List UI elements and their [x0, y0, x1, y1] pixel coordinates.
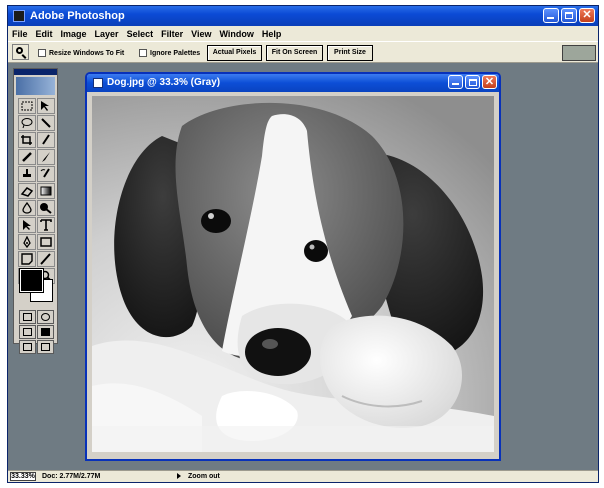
- menu-window[interactable]: Window: [215, 29, 257, 39]
- document-size-info[interactable]: Doc: 2.77M/2.77M: [42, 472, 100, 481]
- mode-buttons: [19, 310, 54, 354]
- lasso-tool[interactable]: [18, 115, 36, 131]
- history-brush-tool[interactable]: [37, 166, 55, 182]
- screen-mode-icon: [23, 328, 32, 336]
- maximize-button[interactable]: [561, 8, 577, 23]
- shape-tool[interactable]: [37, 234, 55, 250]
- menu-file[interactable]: File: [8, 29, 32, 39]
- minimize-icon: [452, 83, 459, 85]
- imageready-icon: [23, 343, 32, 351]
- quick-mask-button[interactable]: [37, 310, 54, 324]
- standard-mode-button[interactable]: [19, 310, 36, 324]
- menu-view[interactable]: View: [187, 29, 215, 39]
- healing-brush-tool[interactable]: [18, 149, 36, 165]
- slice-tool[interactable]: [37, 132, 55, 148]
- minimize-button[interactable]: [543, 8, 559, 23]
- document-minimize-button[interactable]: [448, 75, 463, 89]
- document-close-button[interactable]: ✕: [482, 75, 497, 89]
- menu-bar: File Edit Image Layer Select Filter View…: [8, 26, 598, 41]
- path-selection-tool[interactable]: [18, 217, 36, 233]
- photoshop-window: Adobe Photoshop ✕ File Edit Image Layer …: [7, 5, 599, 483]
- menu-select[interactable]: Select: [123, 29, 158, 39]
- magic-wand-tool[interactable]: [37, 115, 55, 131]
- dodge-tool[interactable]: [37, 200, 55, 216]
- tool-hint: Zoom out: [188, 473, 220, 480]
- photoshop-app-icon: [13, 10, 25, 22]
- document-title-bar[interactable]: Dog.jpg @ 33.3% (Gray) ✕: [87, 74, 499, 92]
- quick-mask-icon: [41, 313, 50, 321]
- move-tool[interactable]: [37, 98, 55, 114]
- menu-image[interactable]: Image: [57, 29, 91, 39]
- app-title: Adobe Photoshop: [30, 10, 125, 22]
- marquee-tool[interactable]: [18, 98, 36, 114]
- clone-stamp-tool[interactable]: [18, 166, 36, 182]
- app-window-controls: ✕: [543, 8, 595, 23]
- menu-help[interactable]: Help: [258, 29, 286, 39]
- foreground-color-swatch[interactable]: [19, 268, 44, 293]
- maximize-icon: [469, 79, 477, 86]
- fit-on-screen-button[interactable]: Fit On Screen: [266, 45, 323, 61]
- screen-mode-menu-button[interactable]: [37, 340, 54, 354]
- photoshop-feather-logo[interactable]: [16, 77, 55, 95]
- screen-mode-full-button[interactable]: [37, 325, 54, 339]
- menu-edit[interactable]: Edit: [32, 29, 57, 39]
- ignore-palettes-label: Ignore Palettes: [150, 49, 201, 57]
- status-menu-arrow-icon[interactable]: [177, 473, 181, 479]
- type-tool[interactable]: [37, 217, 55, 233]
- color-swatches: [19, 268, 54, 303]
- eyedropper-tool[interactable]: [37, 251, 55, 267]
- palette-well[interactable]: [562, 45, 596, 61]
- document-maximize-button[interactable]: [465, 75, 480, 89]
- jump-to-imageready-button[interactable]: [19, 340, 36, 354]
- status-bar: 33.33% Doc: 2.77M/2.77M Zoom out: [8, 470, 598, 482]
- close-icon: ✕: [484, 76, 495, 88]
- standard-mode-icon: [23, 313, 32, 321]
- resize-windows-label: Resize Windows To Fit: [49, 49, 125, 57]
- brush-tool[interactable]: [37, 149, 55, 165]
- eraser-tool[interactable]: [18, 183, 36, 199]
- checkbox-box[interactable]: [38, 49, 46, 57]
- image-canvas[interactable]: [92, 96, 494, 452]
- actual-pixels-button[interactable]: Actual Pixels: [207, 45, 262, 61]
- close-icon: ✕: [582, 9, 592, 21]
- document-window-controls: ✕: [448, 75, 497, 89]
- toolbox: [13, 68, 58, 354]
- maximize-icon: [565, 12, 573, 19]
- print-size-button[interactable]: Print Size: [327, 45, 373, 61]
- menu-layer[interactable]: Layer: [91, 29, 123, 39]
- menu-filter[interactable]: Filter: [157, 29, 187, 39]
- screen-mode-full-icon: [41, 328, 50, 336]
- resize-windows-checkbox[interactable]: Resize Windows To Fit: [38, 47, 124, 59]
- blur-tool[interactable]: [18, 200, 36, 216]
- tool-grid: [18, 98, 55, 284]
- zoom-icon: [16, 47, 23, 54]
- pen-tool[interactable]: [18, 234, 36, 250]
- close-button[interactable]: ✕: [579, 8, 595, 23]
- app-title-bar[interactable]: Adobe Photoshop ✕: [8, 6, 598, 26]
- document-title: Dog.jpg @ 33.3% (Gray): [107, 77, 221, 88]
- document-icon: [93, 78, 103, 88]
- screen-mode-menu-icon: [41, 343, 50, 351]
- minimize-icon: [547, 17, 554, 19]
- checkbox-box[interactable]: [139, 49, 147, 57]
- notes-tool[interactable]: [18, 251, 36, 267]
- crop-tool[interactable]: [18, 132, 36, 148]
- toolbox-title-bar[interactable]: [14, 69, 57, 75]
- dog-photo: [92, 96, 494, 452]
- zoom-level-field[interactable]: 33.33%: [10, 472, 36, 481]
- ignore-palettes-checkbox[interactable]: Ignore Palettes: [139, 47, 200, 59]
- screen-mode-standard-button[interactable]: [19, 325, 36, 339]
- gradient-tool[interactable]: [37, 183, 55, 199]
- options-bar: Resize Windows To Fit Ignore Palettes Ac…: [8, 41, 598, 63]
- zoom-tool-preset-button[interactable]: [12, 44, 29, 60]
- document-window: Dog.jpg @ 33.3% (Gray) ✕: [85, 72, 501, 461]
